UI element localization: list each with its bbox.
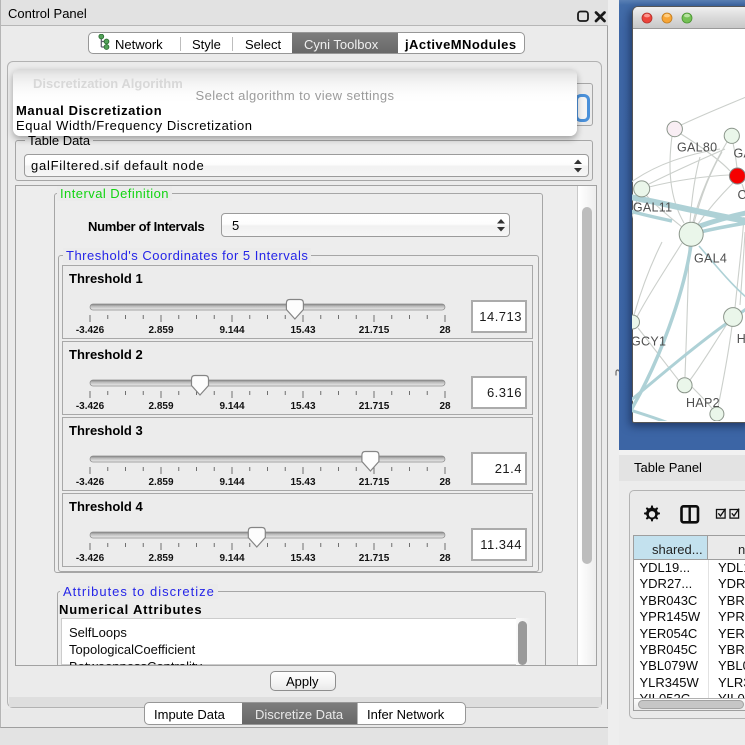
svg-text:CD: CD bbox=[738, 188, 745, 202]
svg-text:GAL11: GAL11 bbox=[633, 201, 673, 215]
svg-text:HAP2: HAP2 bbox=[686, 396, 720, 410]
svg-text:GCY1: GCY1 bbox=[632, 335, 666, 349]
svg-text:GAL80: GAL80 bbox=[677, 141, 717, 155]
svg-text:GAL4: GAL4 bbox=[694, 252, 727, 266]
svg-text:HA: HA bbox=[737, 332, 745, 346]
svg-text:GA: GA bbox=[734, 147, 745, 161]
